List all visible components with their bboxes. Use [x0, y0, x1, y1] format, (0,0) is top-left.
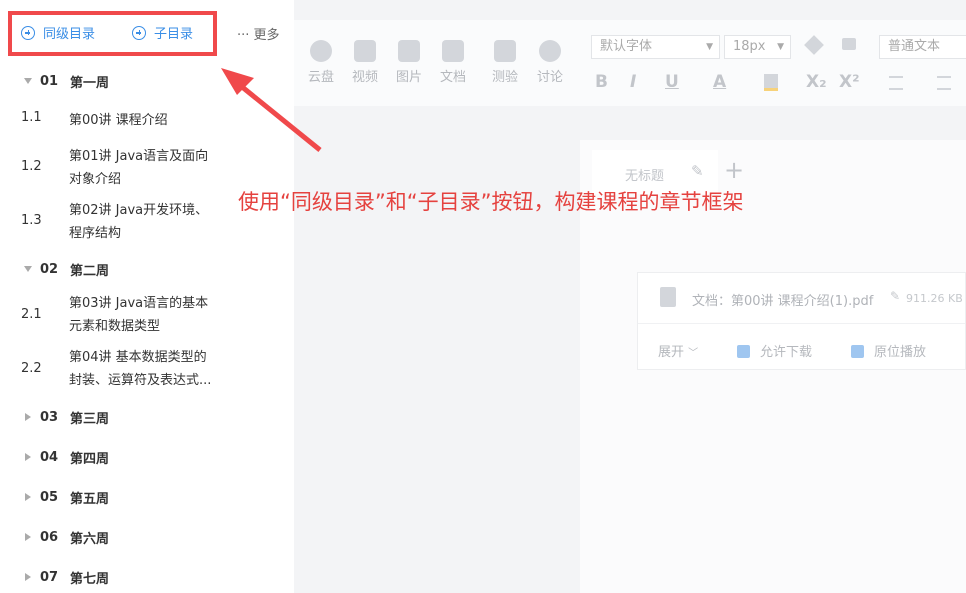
annotation-text: 使用“同级目录”和“子目录”按钮，构建课程的章节框架: [238, 190, 744, 214]
annotation-arrow: [221, 68, 322, 152]
arrow-shaft: [234, 80, 322, 152]
